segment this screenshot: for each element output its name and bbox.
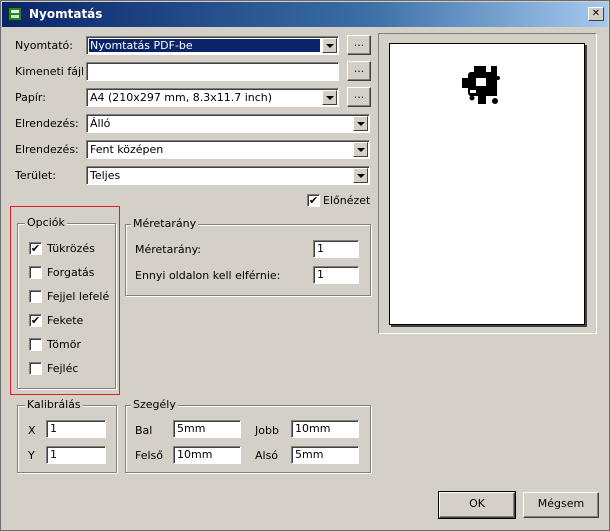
- preview-page: [389, 43, 585, 325]
- printer-value: Nyomtatás PDF-be: [89, 39, 320, 52]
- upside-down-label: Fejjel lefelé: [47, 290, 110, 303]
- orientation-value: Álló: [90, 117, 111, 130]
- margin-top-label: Felső: [135, 449, 164, 462]
- area-select[interactable]: Teljes: [86, 166, 370, 185]
- printer-browse-button[interactable]: ...: [347, 35, 371, 55]
- printer-label: Nyomtató:: [15, 39, 73, 52]
- orientation-select[interactable]: Álló: [86, 114, 370, 133]
- solid-checkbox[interactable]: [29, 338, 42, 351]
- ok-button[interactable]: OK: [438, 491, 516, 519]
- title-bar[interactable]: Nyomtatás ✕: [2, 2, 608, 27]
- print-dialog: Nyomtatás ✕ Nyomtató: Nyomtatás PDF-be .…: [0, 0, 610, 531]
- fit-pages-label: Ennyi oldalon kell elférnie:: [135, 269, 281, 282]
- margin-right-input[interactable]: 10mm: [291, 420, 359, 438]
- orientation-label: Elrendezés:: [15, 117, 79, 130]
- calibration-x-label: X: [28, 424, 36, 437]
- rotate-checkbox[interactable]: [29, 266, 42, 279]
- upside-down-checkbox[interactable]: [29, 290, 42, 303]
- black-label: Fekete: [47, 314, 84, 327]
- area-value: Teljes: [90, 169, 121, 182]
- paper-label: Papír:: [15, 91, 46, 104]
- chevron-down-icon[interactable]: [353, 116, 368, 131]
- layout-label: Elrendezés:: [15, 143, 79, 156]
- paper-select[interactable]: A4 (210x297 mm, 8.3x11.7 inch): [86, 88, 339, 107]
- layout-value: Fent középen: [90, 143, 164, 156]
- mirror-label: Tükrözés: [47, 242, 95, 255]
- window-title: Nyomtatás: [29, 7, 103, 21]
- printer-select[interactable]: Nyomtatás PDF-be: [86, 36, 339, 55]
- preview-checkbox[interactable]: ✔: [307, 194, 320, 207]
- margin-left-input[interactable]: 5mm: [173, 420, 241, 438]
- margin-top-input[interactable]: 10mm: [173, 446, 241, 464]
- chevron-down-icon[interactable]: [353, 142, 368, 157]
- chevron-down-icon[interactable]: [322, 38, 337, 53]
- printer-app-icon: [8, 7, 22, 21]
- margin-bottom-input[interactable]: 5mm: [291, 446, 359, 464]
- preview-drawing-icon: [462, 66, 500, 104]
- margin-right-label: Jobb: [255, 424, 279, 437]
- paper-browse-button[interactable]: ...: [347, 87, 371, 107]
- scale-legend: Méretarány: [131, 217, 199, 230]
- output-file-label: Kimeneti fájl: [15, 65, 85, 78]
- margin-legend: Szegély: [131, 398, 178, 411]
- header-label: Fejléc: [47, 362, 79, 375]
- margin-left-label: Bal: [135, 424, 153, 437]
- scale-ratio-input[interactable]: 1: [313, 240, 359, 258]
- chevron-down-icon[interactable]: [353, 168, 368, 183]
- area-label: Terület:: [15, 169, 56, 182]
- calibration-y-input[interactable]: 1: [46, 446, 106, 464]
- scale-ratio-label: Méretarány:: [135, 243, 202, 256]
- solid-label: Tömör: [47, 338, 81, 351]
- close-button[interactable]: ✕: [588, 7, 604, 21]
- layout-select[interactable]: Fent középen: [86, 140, 370, 159]
- preview-label: Előnézet: [323, 194, 371, 207]
- scale-group: [125, 224, 371, 296]
- mirror-checkbox[interactable]: ✔: [29, 242, 42, 255]
- cancel-button[interactable]: Mégsem: [523, 492, 599, 518]
- margin-bottom-label: Alsó: [255, 449, 279, 462]
- paper-value: A4 (210x297 mm, 8.3x11.7 inch): [90, 91, 273, 104]
- calibration-y-label: Y: [28, 449, 35, 462]
- black-checkbox[interactable]: ✔: [29, 314, 42, 327]
- calibration-x-input[interactable]: 1: [46, 420, 106, 438]
- calibration-legend: Kalibrálás: [25, 398, 83, 411]
- output-file-browse-button[interactable]: ...: [347, 61, 371, 81]
- output-file-input[interactable]: [86, 62, 339, 81]
- header-checkbox[interactable]: [29, 362, 42, 375]
- fit-pages-input[interactable]: 1: [313, 266, 359, 284]
- chevron-down-icon[interactable]: [322, 90, 337, 105]
- rotate-label: Forgatás: [47, 266, 95, 279]
